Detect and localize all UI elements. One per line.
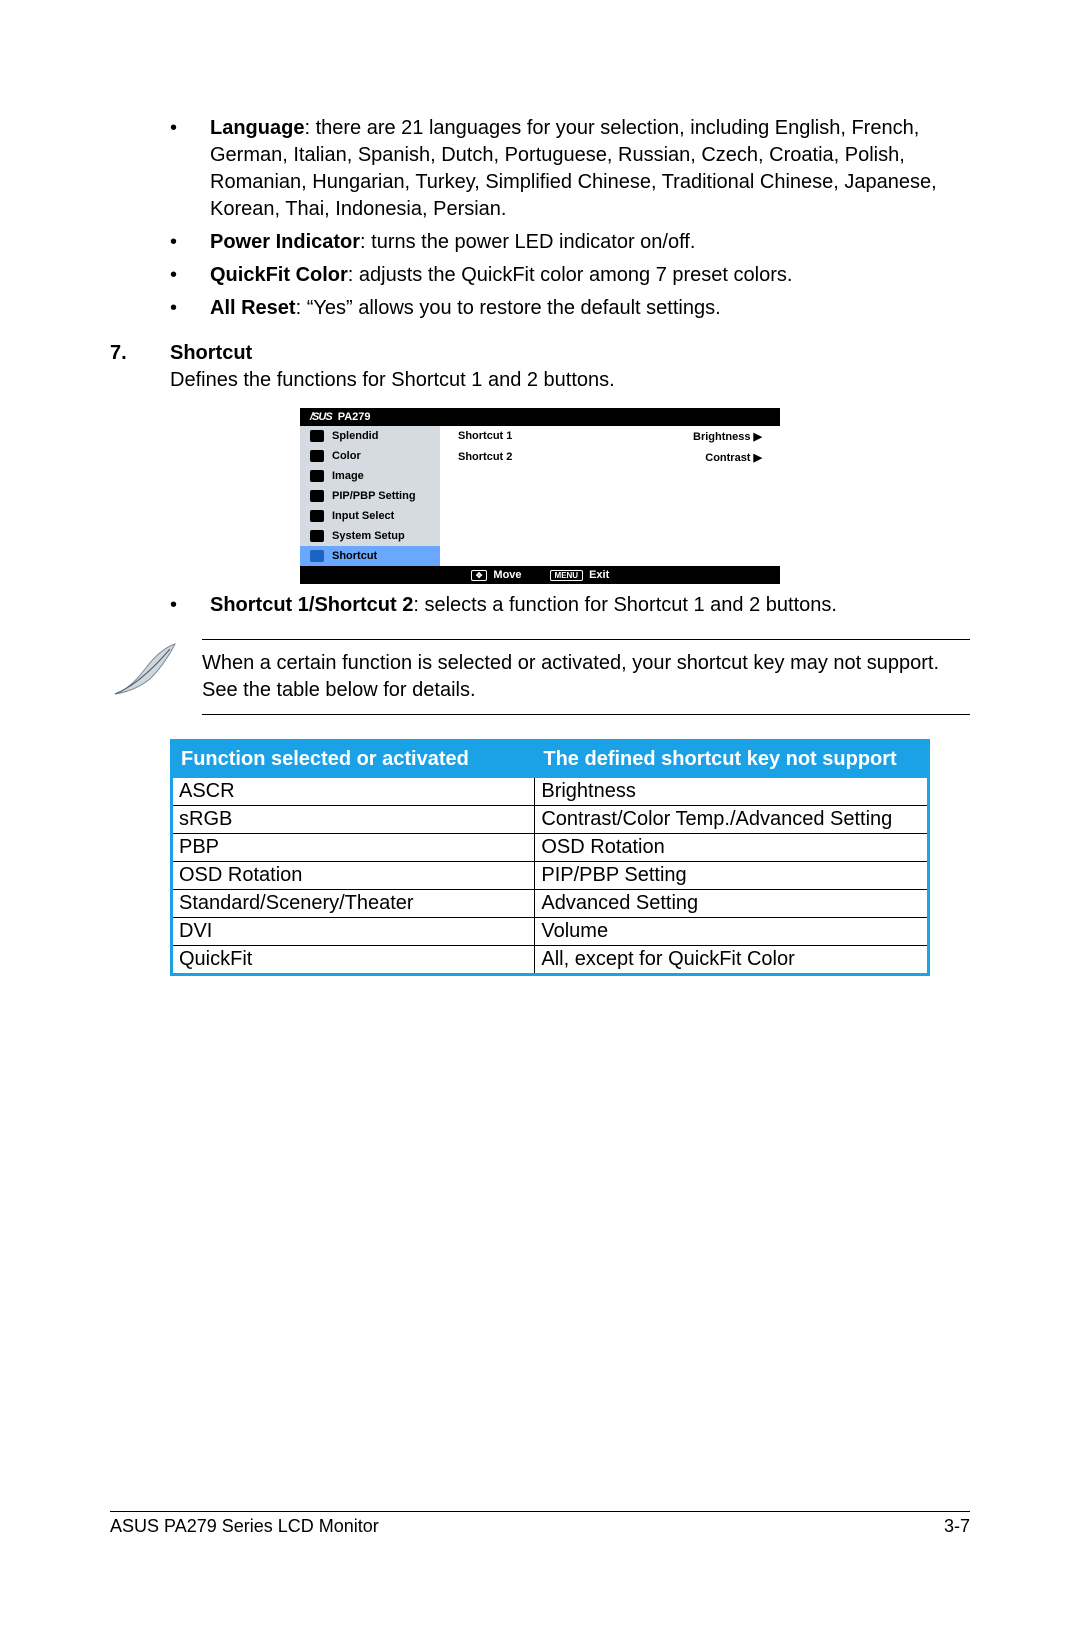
bullet-language: • Language: there are 21 languages for y…: [170, 115, 970, 223]
footer: ASUS PA279 Series LCD Monitor 3-7: [110, 1511, 970, 1537]
color-icon: [310, 450, 324, 462]
osd-row1-right: Brightness ▶: [610, 430, 762, 443]
top-bullet-list: • Language: there are 21 languages for y…: [170, 115, 970, 322]
label: Shortcut 1/Shortcut 2: [210, 594, 413, 616]
table-row: PBPOSD Rotation: [172, 834, 929, 862]
osd-screenshot: /SUS PA279 Splendid Color Image PIP/PBP …: [300, 408, 780, 584]
table-row: DVIVolume: [172, 918, 929, 946]
osd-side-splendid: Splendid: [300, 426, 440, 446]
table-row: ASCRBrightness: [172, 778, 929, 806]
section-title: Shortcut: [170, 342, 252, 365]
text: : adjusts the QuickFit color among 7 pre…: [348, 264, 793, 286]
bullet-reset: • All Reset: “Yes” allows you to restore…: [170, 295, 970, 322]
table-header-2: The defined shortcut key not support: [535, 741, 929, 778]
osd-logo: /SUS: [310, 411, 332, 423]
bullet-shortcut12: • Shortcut 1/Shortcut 2: selects a funct…: [170, 592, 970, 619]
osd-row1-left: Shortcut 1: [458, 430, 610, 443]
osd-side-shortcut: Shortcut: [300, 546, 440, 566]
section-desc: Defines the functions for Shortcut 1 and…: [170, 367, 970, 394]
bullet-quickfit: • QuickFit Color: adjusts the QuickFit c…: [170, 262, 970, 289]
section-heading: 7. Shortcut: [110, 342, 970, 365]
system-icon: [310, 530, 324, 542]
osd-row2-right: Contrast ▶: [610, 451, 762, 464]
shortcut-icon: [310, 550, 324, 562]
osd-side-system: System Setup: [300, 526, 440, 546]
table-row: sRGBContrast/Color Temp./Advanced Settin…: [172, 806, 929, 834]
table-row: OSD RotationPIP/PBP Setting: [172, 862, 929, 890]
osd-exit: MENUExit: [550, 569, 610, 581]
note-block: When a certain function is selected or a…: [110, 639, 970, 715]
osd-row2-left: Shortcut 2: [458, 451, 610, 464]
text: : turns the power LED indicator on/off.: [360, 231, 695, 253]
label: Power Indicator: [210, 231, 360, 253]
table-row: Standard/Scenery/TheaterAdvanced Setting: [172, 890, 929, 918]
note-text: When a certain function is selected or a…: [202, 639, 970, 715]
menu-icon: MENU: [550, 570, 584, 581]
pip-icon: [310, 490, 324, 502]
osd-side-image: Image: [300, 466, 440, 486]
text: : there are 21 languages for your select…: [210, 117, 937, 220]
input-icon: [310, 510, 324, 522]
footer-right: 3-7: [944, 1516, 970, 1537]
label: All Reset: [210, 297, 296, 319]
table-row: QuickFitAll, except for QuickFit Color: [172, 946, 929, 975]
table-header-1: Function selected or activated: [172, 741, 535, 778]
bullet-power: • Power Indicator: turns the power LED i…: [170, 229, 970, 256]
text: : “Yes” allows you to restore the defaul…: [296, 297, 721, 319]
osd-model: PA279: [338, 411, 371, 423]
osd-side-pip: PIP/PBP Setting: [300, 486, 440, 506]
splendid-icon: [310, 430, 324, 442]
osd-content: Shortcut 1 Brightness ▶ Shortcut 2 Contr…: [440, 426, 780, 566]
move-icon: ✥: [471, 570, 488, 581]
label: QuickFit Color: [210, 264, 348, 286]
section-number: 7.: [110, 342, 170, 365]
osd-side-input: Input Select: [300, 506, 440, 526]
footer-left: ASUS PA279 Series LCD Monitor: [110, 1516, 379, 1537]
feather-icon: [110, 639, 182, 699]
label: Language: [210, 117, 304, 139]
osd-side-color: Color: [300, 446, 440, 466]
image-icon: [310, 470, 324, 482]
text: : selects a function for Shortcut 1 and …: [413, 594, 837, 616]
shortcut-table: Function selected or activated The defin…: [170, 739, 930, 976]
osd-sidebar: Splendid Color Image PIP/PBP Setting Inp…: [300, 426, 440, 566]
osd-move: ✥Move: [471, 569, 522, 581]
sub-bullet-list: • Shortcut 1/Shortcut 2: selects a funct…: [170, 592, 970, 619]
